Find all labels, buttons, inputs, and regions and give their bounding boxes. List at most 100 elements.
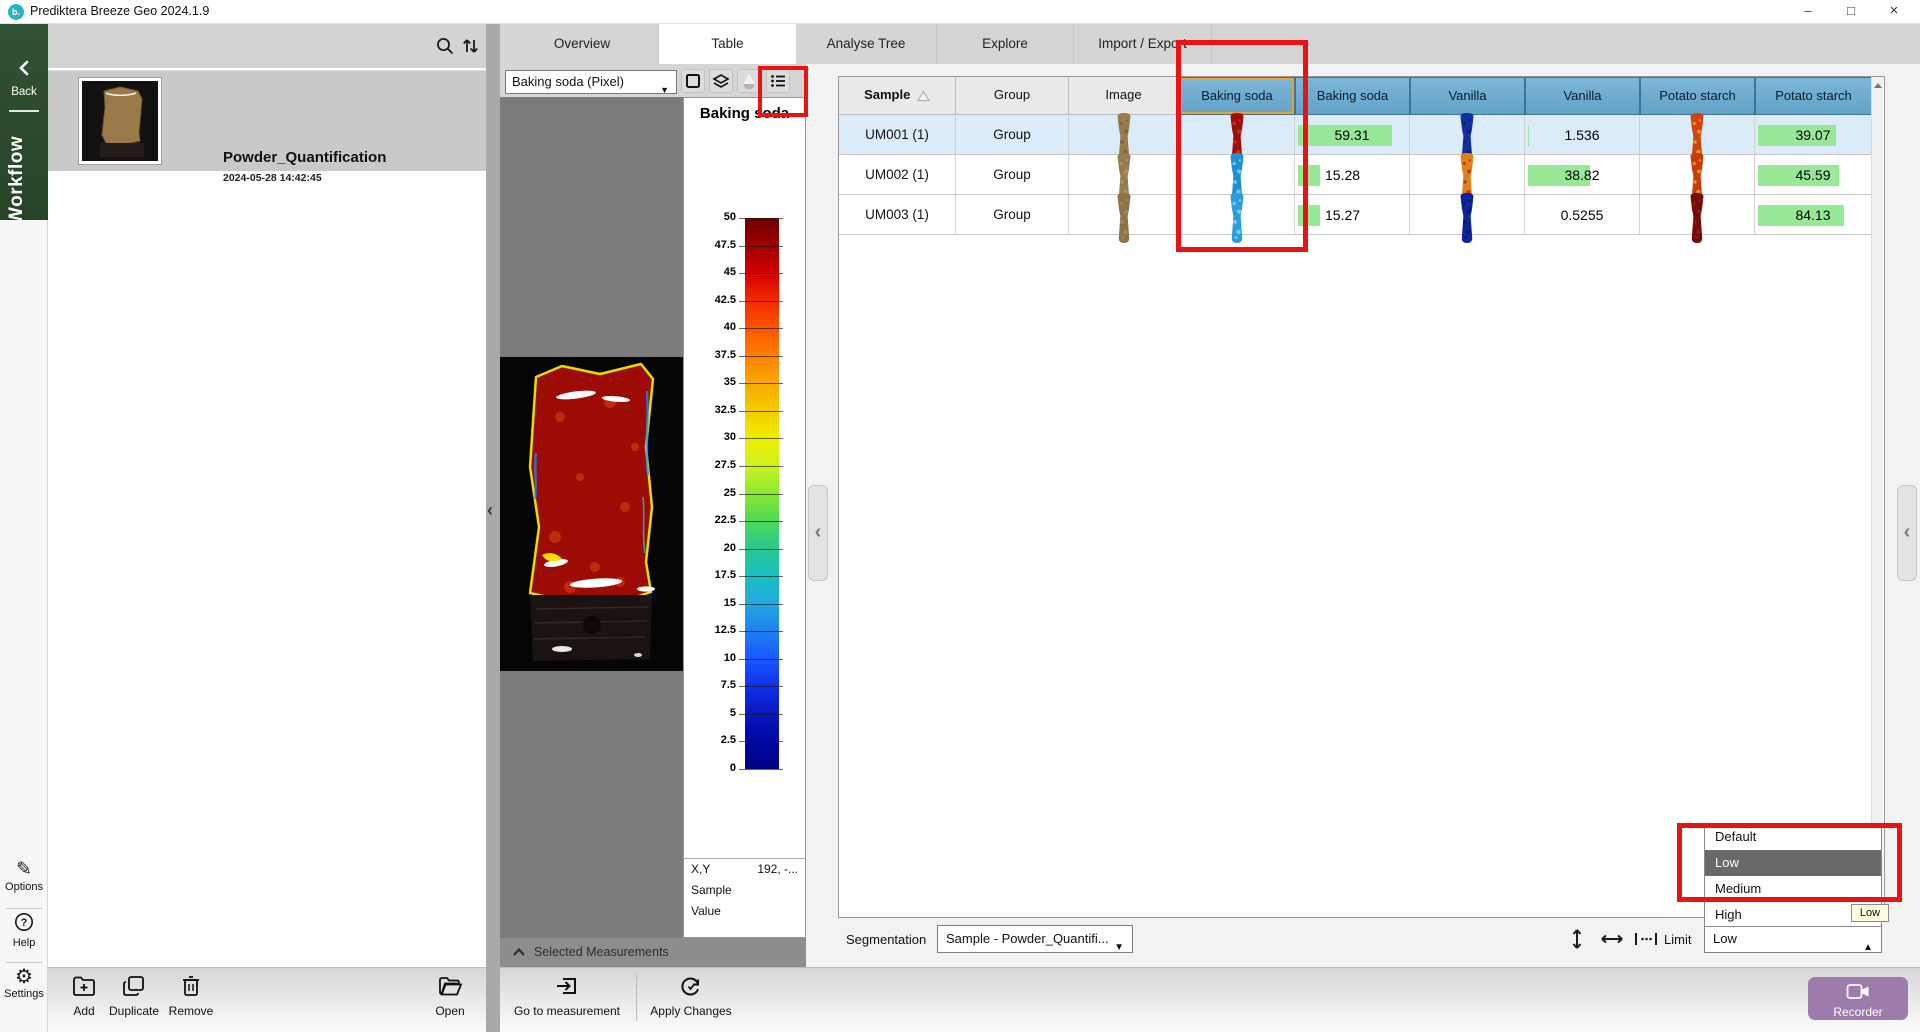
fit-height-icon[interactable]	[1568, 928, 1586, 950]
panel-splitter[interactable]	[486, 24, 500, 1032]
open-button[interactable]: Open	[428, 974, 472, 1018]
close-button[interactable]: ×	[1874, 0, 1914, 23]
popup-option-low[interactable]: Low	[1705, 850, 1881, 876]
potato-starch-image-cell	[1640, 115, 1755, 155]
sort-icon[interactable]	[460, 36, 482, 56]
square-icon	[684, 72, 702, 90]
column-header-vanilla-value[interactable]: Vanilla	[1525, 77, 1640, 115]
recorder-button[interactable]: Recorder	[1808, 977, 1908, 1020]
workflow-tab-label[interactable]: Workflow	[6, 124, 42, 236]
segmentation-select[interactable]: Sample - Powder_Quantifi... ▼	[937, 925, 1133, 953]
vanilla-value-cell: 38.82	[1525, 155, 1640, 195]
measurement-thumbnail	[78, 77, 162, 165]
baking-soda-image-cell	[1179, 115, 1295, 155]
column-header-image[interactable]: Image	[1069, 77, 1179, 115]
legend-tick-label: 20	[686, 542, 736, 554]
limit-select[interactable]: Low ▲	[1704, 925, 1882, 953]
vanilla-value-cell: 0.5255	[1525, 195, 1640, 235]
sort-triangle-icon	[917, 90, 930, 102]
legend-tick-label: 40	[686, 321, 736, 333]
legend-tick-labels: 5047.54542.54037.53532.53027.52522.52017…	[683, 218, 806, 770]
tab-overview[interactable]: Overview	[506, 24, 659, 64]
popup-option-default[interactable]: Default	[1705, 824, 1881, 850]
layers-icon	[712, 72, 730, 90]
collapse-left-panel-icon[interactable]: ‹	[487, 500, 493, 521]
help-button[interactable]: ? Help	[0, 912, 48, 949]
table-row[interactable]: UM002 (1) Group 15.28 38.82 45.59	[839, 155, 1872, 195]
chevron-up-icon	[512, 947, 526, 957]
column-header-baking-soda-value[interactable]: Baking soda	[1295, 77, 1410, 115]
search-icon[interactable]	[435, 36, 455, 56]
column-header-baking-soda-image[interactable]: Baking soda	[1179, 77, 1295, 115]
vanilla-value-cell: 1.536	[1525, 115, 1640, 155]
baking-soda-image-cell	[1179, 155, 1295, 195]
toolbar-separator	[636, 975, 637, 1021]
scroll-up-icon[interactable]	[1874, 83, 1882, 88]
baking-soda-value-cell: 15.27	[1295, 195, 1410, 235]
square-select-tool-button[interactable]	[681, 69, 705, 93]
tab-import-export[interactable]: Import / Export	[1074, 24, 1212, 64]
vanilla-image-cell	[1410, 155, 1525, 195]
legend-tick-line	[739, 356, 783, 357]
fit-columns-icon[interactable]	[1634, 931, 1658, 947]
legend-tick-line	[739, 631, 783, 632]
legend-tick-label: 42.5	[686, 294, 736, 306]
table-row[interactable]: UM003 (1) Group 15.27 0.5255 84.13	[839, 195, 1872, 235]
collapse-viewer-handle[interactable]: ‹	[808, 485, 828, 581]
column-header-potato-starch-image[interactable]: Potato starch	[1640, 77, 1755, 115]
legend-tick-line	[739, 328, 783, 329]
pencil-icon: ✎	[0, 858, 48, 881]
back-chevron-icon	[17, 60, 31, 76]
column-header-sample[interactable]: Sample	[839, 77, 956, 115]
svg-text:?: ?	[21, 917, 28, 929]
measurement-list-header	[48, 24, 486, 68]
table-row[interactable]: UM001 (1) Group 59.31 1.536 39.07	[839, 115, 1872, 155]
table-scrollbar[interactable]	[1871, 77, 1883, 917]
minimize-button[interactable]: –	[1788, 0, 1828, 23]
duplicate-button[interactable]: Duplicate	[104, 974, 164, 1018]
tab-analyse-tree[interactable]: Analyse Tree	[796, 24, 937, 64]
vanilla-image-cell	[1410, 195, 1525, 235]
probe-value-label: Value	[691, 904, 721, 918]
remove-button[interactable]: Remove	[166, 974, 216, 1018]
maximize-button[interactable]: □	[1831, 0, 1871, 23]
selected-measurements-bar[interactable]: Selected Measurements	[500, 938, 806, 967]
tab-explore[interactable]: Explore	[937, 24, 1074, 64]
column-header-potato-starch-value[interactable]: Potato starch	[1755, 77, 1872, 115]
group-cell: Group	[956, 115, 1069, 155]
legend-tick-line	[739, 383, 783, 384]
legend-tick-label: 45	[686, 266, 736, 278]
window-title: Prediktera Breeze Geo 2024.1.9	[30, 4, 209, 18]
tab-table[interactable]: Table	[659, 24, 796, 64]
measurement-list-item[interactable]: Powder_Quantification 2024-05-28 14:42:4…	[48, 70, 486, 171]
contrast-tool-button[interactable]	[737, 69, 761, 93]
image-viewer-panel[interactable]	[500, 97, 683, 938]
potato-starch-image-cell	[1640, 155, 1755, 195]
value-bar	[1298, 165, 1320, 186]
legend-tick-label: 35	[686, 376, 736, 388]
list-view-button[interactable]	[766, 69, 790, 93]
add-button[interactable]: Add	[62, 974, 106, 1018]
selected-measurements-label: Selected Measurements	[534, 945, 669, 959]
baking-soda-value-cell: 15.28	[1295, 155, 1410, 195]
layers-tool-button[interactable]	[709, 69, 733, 93]
options-button[interactable]: ✎ Options	[0, 858, 48, 893]
sidebar-divider	[6, 962, 42, 963]
settings-button[interactable]: ⚙ Settings	[0, 966, 48, 1000]
popup-option-medium[interactable]: Medium	[1705, 876, 1881, 902]
fit-width-icon[interactable]	[1600, 931, 1624, 947]
back-button[interactable]: Back	[0, 86, 48, 98]
legend-tick-label: 27.5	[686, 459, 736, 471]
collapse-right-panel-handle[interactable]: ‹	[1897, 485, 1917, 581]
legend-tick-label: 25	[686, 487, 736, 499]
apply-changes-button[interactable]: Apply Changes	[646, 974, 736, 1018]
go-to-measurement-button[interactable]: Go to measurement	[508, 974, 626, 1018]
workflow-sidebar-section: Back Workflow	[0, 24, 48, 220]
column-header-group[interactable]: Group	[956, 77, 1069, 115]
legend-tick-line	[739, 686, 783, 687]
legend-tick-label: 2.5	[686, 734, 736, 746]
legend-tick-line	[739, 466, 783, 467]
column-header-vanilla-image[interactable]: Vanilla	[1410, 77, 1525, 115]
colormap-select[interactable]: Baking soda (Pixel) ▼	[505, 70, 677, 94]
sidebar-divider	[9, 110, 39, 112]
